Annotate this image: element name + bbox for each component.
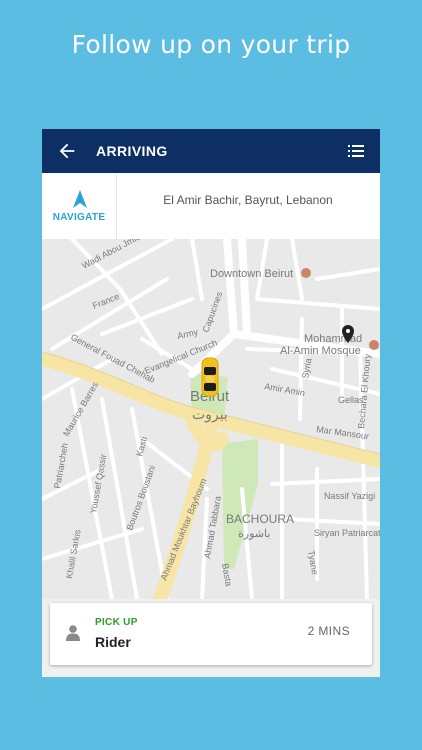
map-label: Nassif Yazigi [324, 491, 375, 501]
map-label-bachoura: BACHOURA [226, 512, 294, 526]
map-label-beirut-ar: بيروت [192, 406, 228, 423]
map-label: Al-Amin Mosque [280, 345, 361, 357]
eta-text: 2 MINS [307, 624, 350, 638]
headline: Follow up on your trip [71, 30, 351, 59]
arrow-left-icon[interactable] [56, 140, 78, 162]
landmark-icon [301, 268, 311, 278]
page-title: ARRIVING [96, 143, 168, 159]
map-label-downtown: Downtown Beirut [210, 268, 293, 280]
navigation-arrow-icon [73, 190, 87, 208]
landmark-icon [369, 340, 379, 350]
app-bar: ARRIVING [42, 129, 380, 173]
navigate-label: NAVIGATE [52, 212, 106, 223]
map-view[interactable]: Wadi Abou Jmiel France Downtown Beirut M… [42, 239, 380, 599]
trip-card[interactable]: PICK UP Rider 2 MINS [50, 603, 372, 665]
taxi-car-icon [201, 357, 219, 397]
person-icon [66, 625, 80, 641]
map-label: Siryan Patriarcat [314, 528, 380, 538]
list-icon[interactable] [348, 144, 364, 158]
destination-address: El Amir Bachir, Bayrut, Lebanon [163, 193, 333, 207]
map-label-bachoura-ar: باشورة [238, 528, 270, 540]
rider-name: Rider [95, 634, 131, 650]
status-label: PICK UP [95, 617, 138, 628]
map-label: Mohammad [304, 333, 362, 345]
phone-screen: ARRIVING NAVIGATE El Amir Bachir, Bayrut… [42, 129, 380, 677]
navigate-button[interactable]: NAVIGATE [42, 173, 117, 239]
navigation-row: NAVIGATE El Amir Bachir, Bayrut, Lebanon [42, 173, 380, 240]
